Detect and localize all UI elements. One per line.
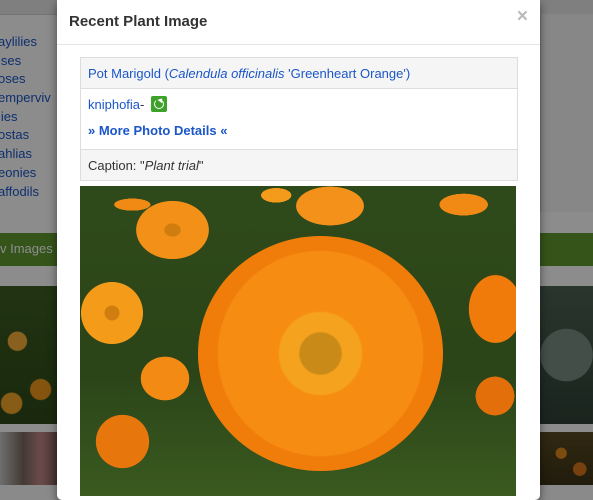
photographer-link[interactable]: kniphofia [88, 97, 140, 112]
flower-blossom-main [198, 236, 443, 471]
separator: - [140, 97, 145, 112]
flower-blossom [140, 356, 190, 401]
close-button[interactable]: × [517, 7, 528, 27]
plant-name-link[interactable]: Pot Marigold (Calendula officinalis 'Gre… [88, 66, 410, 81]
flower-blossom [80, 281, 144, 345]
flower-blossom [295, 186, 365, 226]
flower-blossom [135, 200, 210, 260]
flower-blossom [468, 274, 516, 344]
more-photo-details-link[interactable]: » More Photo Details « [88, 123, 227, 138]
flower-blossom [95, 414, 150, 469]
flower-blossom [475, 376, 515, 416]
photographer-row: kniphofia - » More Photo Details « [81, 89, 517, 150]
recent-plant-image-modal: Recent Plant Image × Pot Marigold (Calen… [57, 0, 540, 500]
recycle-icon [151, 96, 167, 112]
modal-title: Recent Plant Image [69, 13, 208, 30]
plant-photo[interactable] [80, 186, 516, 496]
caption-text: Caption: "Plant trial" [88, 158, 204, 173]
plant-name-row: Pot Marigold (Calendula officinalis 'Gre… [81, 58, 517, 89]
caption-row: Caption: "Plant trial" [81, 150, 517, 180]
photo-info-table: Pot Marigold (Calendula officinalis 'Gre… [80, 57, 518, 181]
modal-header: Recent Plant Image × [57, 0, 540, 45]
